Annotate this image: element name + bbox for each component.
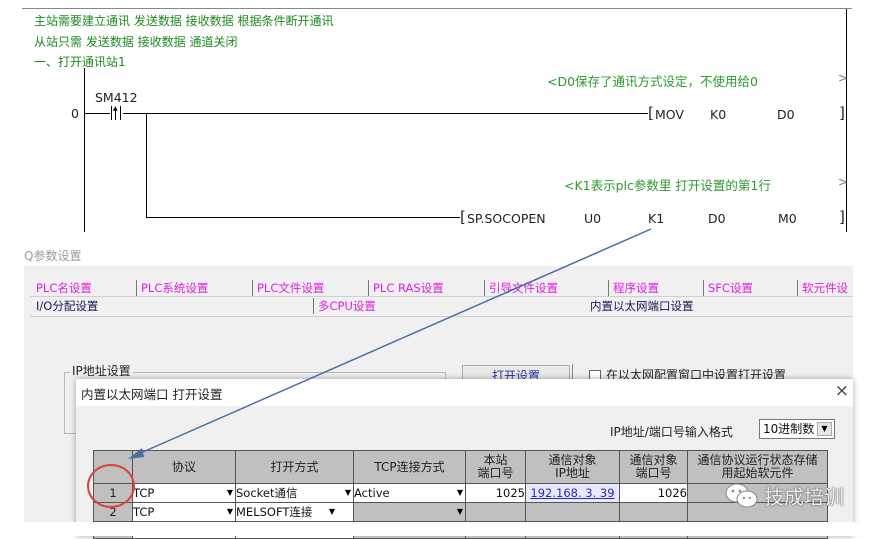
arrow-head-icon bbox=[128, 448, 144, 459]
annotation-arrow bbox=[128, 228, 652, 459]
wechat-icon bbox=[725, 483, 758, 508]
arrow-line bbox=[135, 228, 652, 456]
watermark-text: 技成培训 bbox=[764, 485, 844, 509]
